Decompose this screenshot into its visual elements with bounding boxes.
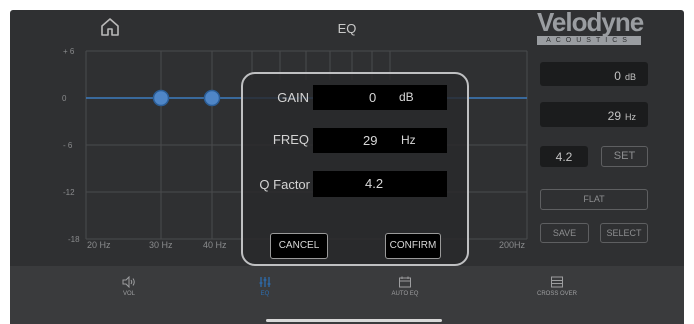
tab-vol[interactable]: VOL — [89, 276, 169, 297]
tab-crossover-label: CROSS OVER — [536, 291, 577, 297]
y-tick-label: 0 — [62, 94, 67, 103]
side-gain-unit: dB — [624, 72, 636, 82]
tab-vol-label: VOL — [122, 291, 135, 297]
set-button[interactable]: SET — [601, 146, 648, 167]
gain-input-value: 0 — [369, 90, 377, 105]
tab-auto-eq[interactable]: AUTO EQ — [365, 276, 445, 297]
gain-input-unit: dB — [399, 90, 414, 104]
home-indicator[interactable] — [266, 319, 442, 322]
x-tick-label: 20 Hz — [87, 240, 111, 250]
crossover-icon — [551, 276, 563, 288]
y-tick-label: -18 — [68, 235, 80, 244]
select-button[interactable]: SELECT — [600, 223, 648, 243]
tab-eq-label: EQ — [260, 291, 270, 297]
side-freq-value: 29 — [607, 109, 621, 123]
side-gain-display[interactable]: 0 dB — [540, 62, 648, 86]
gain-label: GAIN — [277, 90, 309, 105]
tab-crossover[interactable]: CROSS OVER — [517, 276, 597, 297]
tab-auto-eq-label: AUTO EQ — [391, 291, 419, 297]
side-freq-unit: Hz — [625, 112, 636, 122]
side-q-value: 4.2 — [555, 150, 573, 164]
eq-band-handle-2[interactable] — [203, 89, 221, 107]
freq-input-unit: Hz — [401, 133, 416, 147]
cancel-button[interactable]: CANCEL — [270, 233, 328, 259]
y-tick-label: -12 — [63, 188, 75, 197]
x-tick-label: 30 Hz — [149, 240, 173, 250]
x-tick-label: 200Hz — [499, 240, 526, 250]
q-factor-label: Q Factor — [259, 177, 310, 192]
freq-input-value: 29 — [363, 133, 378, 148]
q-factor-input-value: 4.2 — [365, 176, 384, 191]
gain-input[interactable]: 0 dB — [313, 85, 447, 110]
q-factor-input[interactable]: 4.2 — [313, 171, 447, 197]
side-q-display[interactable]: 4.2 — [540, 146, 588, 167]
tab-eq[interactable]: EQ — [225, 276, 305, 297]
y-tick-label: + 6 — [63, 47, 75, 56]
y-tick-label: - 6 — [63, 141, 73, 150]
speaker-icon — [122, 276, 135, 288]
side-freq-display[interactable]: 29 Hz — [540, 102, 648, 127]
side-gain-value: 0 — [614, 69, 621, 83]
auto-eq-icon — [399, 276, 411, 288]
x-tick-label: 40 Hz — [203, 240, 227, 250]
freq-input[interactable]: 29 Hz — [313, 128, 447, 153]
confirm-button[interactable]: CONFIRM — [385, 233, 441, 259]
edit-band-dialog: GAIN 0 dB FREQ 29 Hz Q Factor 4.2 CANCEL… — [241, 72, 469, 266]
save-button[interactable]: SAVE — [540, 223, 589, 243]
sliders-icon — [259, 277, 271, 287]
freq-label: FREQ — [272, 132, 309, 147]
eq-band-handle-1[interactable] — [152, 89, 170, 107]
flat-button[interactable]: FLAT — [540, 189, 648, 210]
